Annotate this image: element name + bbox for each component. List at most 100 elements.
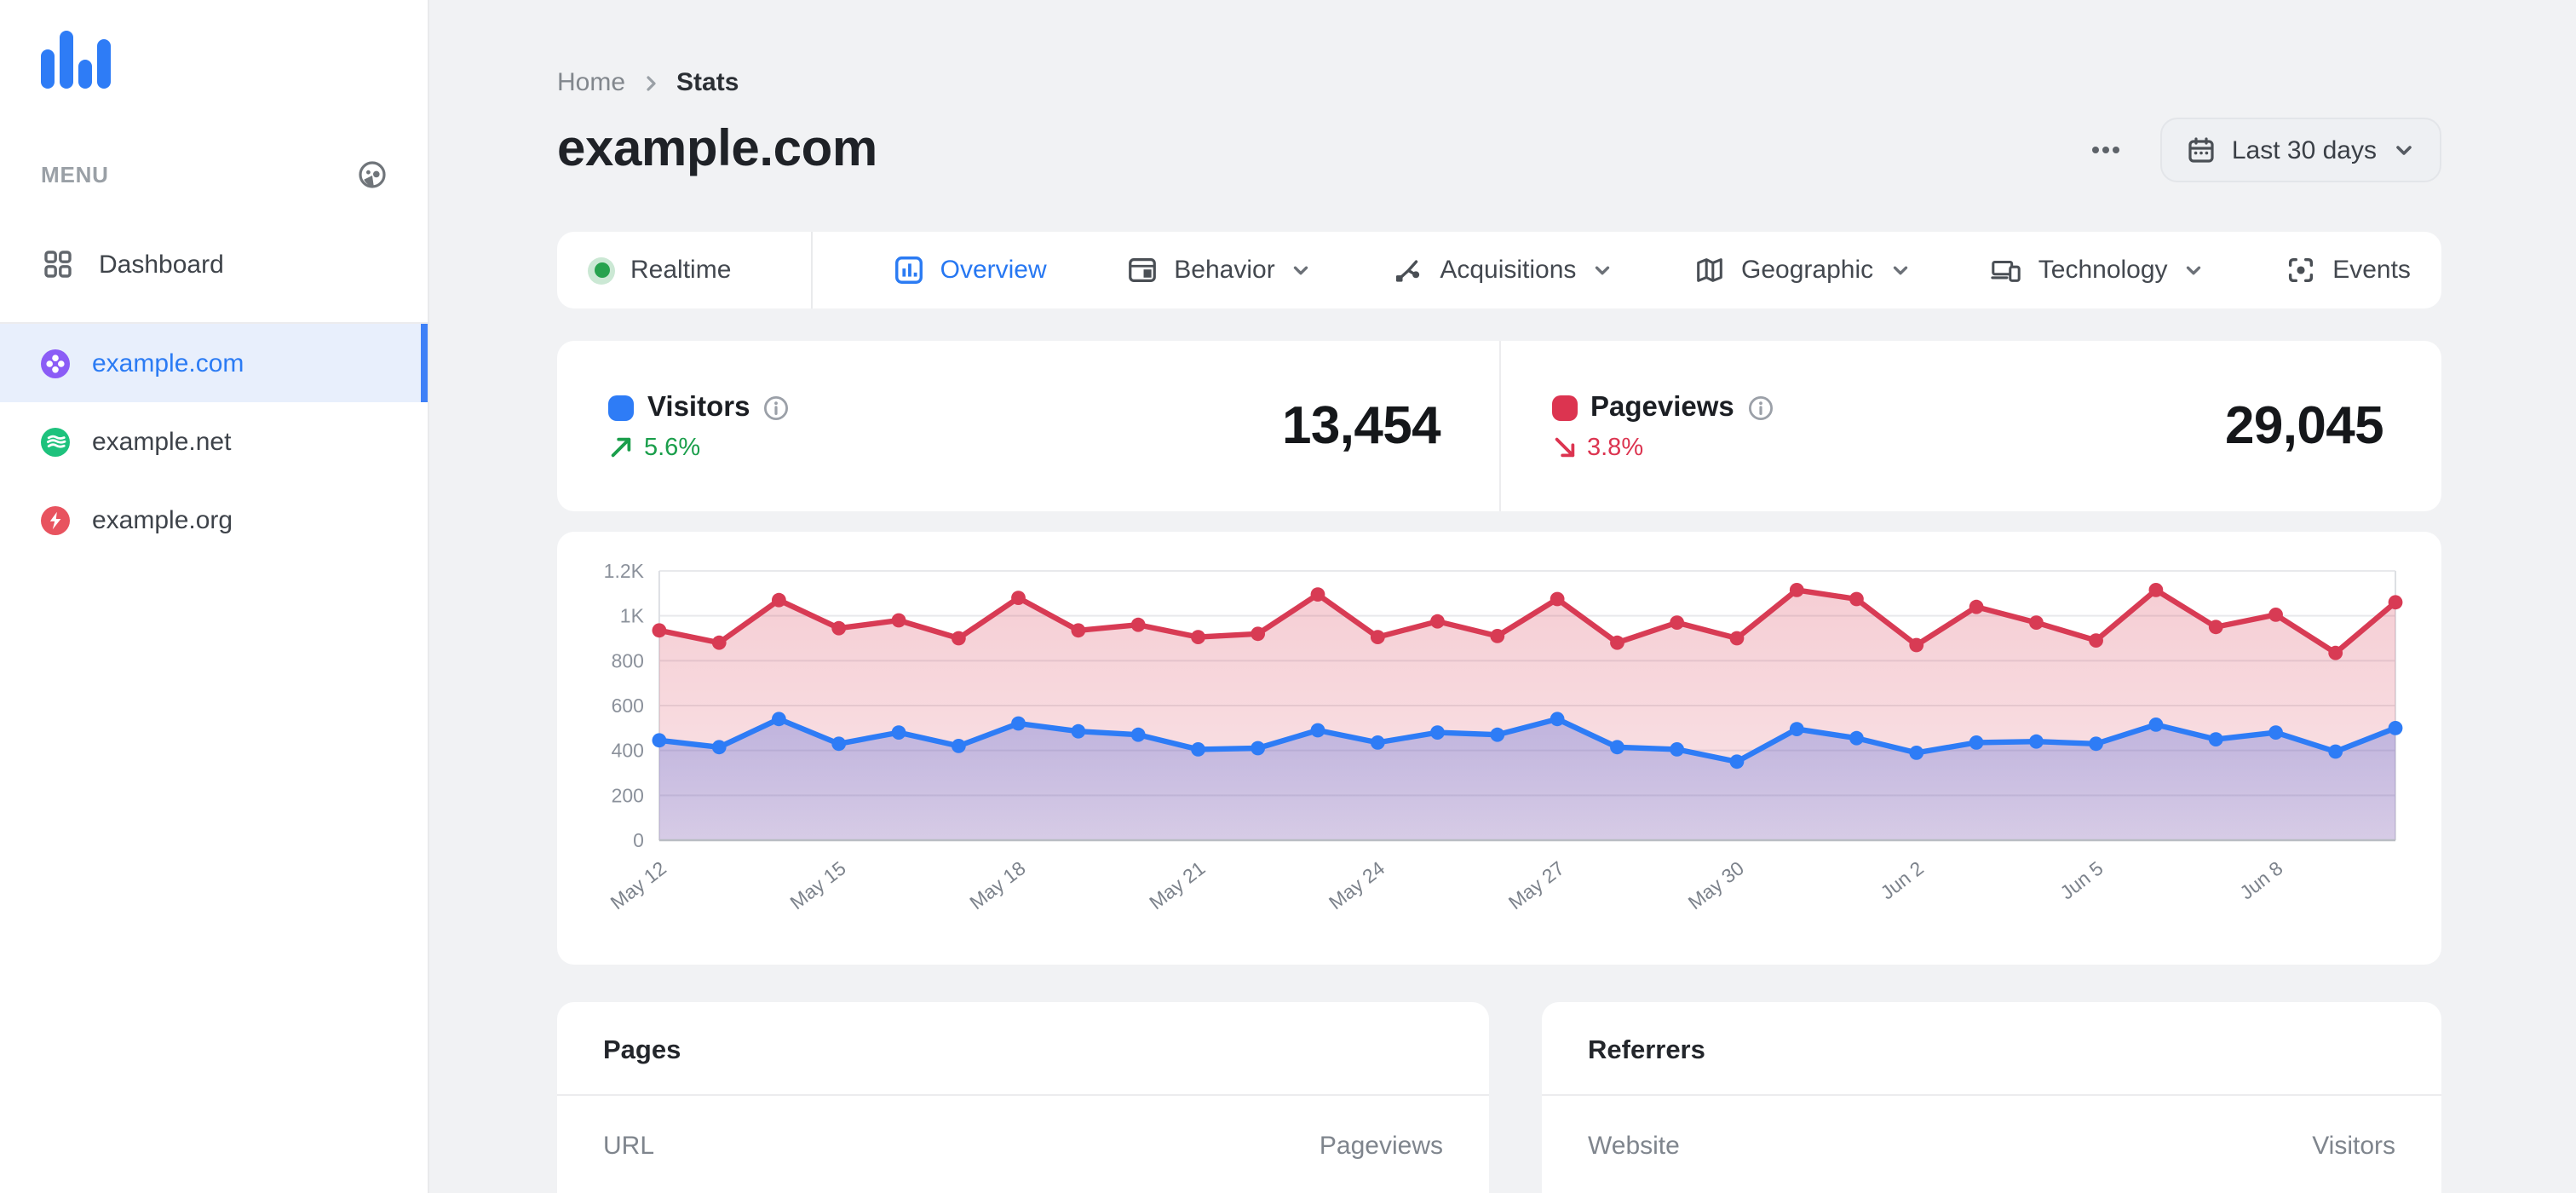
title-row: example.com Last 30 days <box>557 118 2441 182</box>
sidebar: MENU Dashboard example.com example.net e… <box>0 0 429 1193</box>
site-clover-icon <box>41 349 70 377</box>
more-options-button[interactable] <box>2080 126 2131 174</box>
tab-geographic[interactable]: Geographic <box>1693 254 1911 286</box>
sidebar-site-example-net[interactable]: example.net <box>0 402 428 481</box>
page-title: example.com <box>557 121 877 177</box>
svg-text:1.2K: 1.2K <box>604 560 645 582</box>
technology-devices-icon <box>1992 260 2021 282</box>
sidebar-item-label: Dashboard <box>99 250 224 279</box>
breadcrumb: Home Stats <box>557 68 2441 97</box>
tab-label: Events <box>2332 256 2411 285</box>
panel-title: Referrers <box>1588 1036 1705 1065</box>
info-icon[interactable] <box>763 395 789 420</box>
dashboard-grid-icon <box>44 251 72 278</box>
stat-label: Pageviews <box>1590 391 1734 422</box>
date-range-button[interactable]: Last 30 days <box>2159 118 2441 182</box>
stat-delta: 5.6% <box>644 434 701 461</box>
sidebar-item-dashboard[interactable]: Dashboard <box>0 230 428 298</box>
calendar-icon <box>2188 137 2214 163</box>
svg-text:800: 800 <box>612 649 644 671</box>
breadcrumb-chevron-icon <box>647 75 656 90</box>
acquisitions-split-icon <box>1396 260 1420 282</box>
svg-text:May 18: May 18 <box>965 856 1029 913</box>
breadcrumb-current: Stats <box>676 68 739 97</box>
trend-down-icon <box>1554 437 1574 458</box>
breadcrumb-home-link[interactable]: Home <box>557 68 625 97</box>
site-label: example.net <box>92 427 232 456</box>
events-scan-icon <box>2289 257 2314 283</box>
pages-panel: Pages URL Pageviews <box>557 1002 1489 1193</box>
app-logo-icon <box>41 31 111 89</box>
stat-value: 29,045 <box>2224 395 2384 455</box>
stats-summary-card: Visitors 5.6% 13,454 Pageviews 3.8% 29,0… <box>557 341 2441 511</box>
section-tabbar: Realtime Overview Behavior Acquisitions … <box>557 232 2441 308</box>
tab-technology[interactable]: Technology <box>1991 254 2205 286</box>
svg-text:May 27: May 27 <box>1504 856 1568 913</box>
svg-text:0: 0 <box>633 829 644 851</box>
main-content: Home Stats example.com Last 30 days Real… <box>429 0 2576 1193</box>
geographic-map-icon <box>1697 258 1722 282</box>
date-range-label: Last 30 days <box>2231 135 2377 164</box>
tab-label: Geographic <box>1741 256 1874 285</box>
column-header-website: Website <box>1588 1132 1680 1161</box>
stat-pageviews: Pageviews 3.8% 29,045 <box>1500 341 2441 511</box>
column-header-url: URL <box>603 1132 655 1161</box>
info-icon[interactable] <box>1748 395 1774 420</box>
pageviews-swatch <box>1551 395 1577 420</box>
active-indicator <box>421 324 428 402</box>
site-label: example.com <box>92 349 244 377</box>
stat-visitors: Visitors 5.6% 13,454 <box>557 341 1498 511</box>
app: MENU Dashboard example.com example.net e… <box>0 0 2576 1193</box>
column-header-pageviews: Pageviews <box>1319 1132 1443 1161</box>
tab-realtime[interactable]: Realtime <box>588 256 731 285</box>
svg-text:Jun 5: Jun 5 <box>2056 856 2107 903</box>
chevron-down-icon <box>2187 266 2201 275</box>
svg-text:200: 200 <box>612 784 644 806</box>
trend-up-icon <box>611 437 631 458</box>
chevron-down-icon <box>1596 266 1610 275</box>
visitors-swatch <box>608 395 634 420</box>
svg-text:1K: 1K <box>620 605 645 627</box>
sidebar-site-example-org[interactable]: example.org <box>0 481 428 559</box>
svg-text:Jun 8: Jun 8 <box>2235 856 2286 903</box>
svg-text:May 30: May 30 <box>1684 856 1748 913</box>
traffic-chart-card: 0 200 400 600 800 1K 1.2K May 12 May 15 May 18 May… <box>557 532 2441 965</box>
kebab-icon <box>2091 147 2119 153</box>
chevron-down-icon <box>1294 266 1308 275</box>
column-header-visitors: Visitors <box>2312 1132 2395 1161</box>
svg-text:Jun 2: Jun 2 <box>1877 856 1928 903</box>
site-label: example.org <box>92 505 233 534</box>
tab-label: Behavior <box>1174 256 1275 285</box>
svg-text:May 15: May 15 <box>785 856 849 913</box>
tab-overview[interactable]: Overview <box>893 254 1047 286</box>
svg-text:May 12: May 12 <box>607 856 670 913</box>
traffic-chart: 0 200 400 600 800 1K 1.2K May 12 May 15 May 18 May… <box>604 560 2403 913</box>
tab-label: Acquisitions <box>1440 256 1577 285</box>
stat-value: 13,454 <box>1281 395 1441 455</box>
stat-delta: 3.8% <box>1587 434 1644 461</box>
tab-behavior[interactable]: Behavior <box>1126 254 1312 286</box>
menu-label: MENU <box>41 162 109 187</box>
tab-label: Overview <box>940 256 1047 285</box>
tabbar-divider <box>811 232 813 308</box>
site-waves-icon <box>41 427 70 456</box>
site-bolt-icon <box>41 505 70 534</box>
behavior-layout-icon <box>1129 258 1157 282</box>
menu-header: MENU <box>41 160 387 189</box>
svg-text:600: 600 <box>612 694 644 717</box>
tab-acquisitions[interactable]: Acquisitions <box>1392 254 1613 286</box>
svg-text:May 24: May 24 <box>1325 856 1389 913</box>
realtime-dot-icon <box>588 256 615 284</box>
header-actions: Last 30 days <box>2080 118 2441 182</box>
tab-events[interactable]: Events <box>2285 254 2411 286</box>
bottom-panels: Pages URL Pageviews Referrers Website Vi… <box>557 1002 2441 1193</box>
panel-title: Pages <box>603 1036 681 1065</box>
sidebar-site-example-com[interactable]: example.com <box>0 324 428 402</box>
tab-label: Technology <box>2038 256 2168 285</box>
chevron-down-icon <box>2396 146 2412 155</box>
overview-chart-icon <box>894 256 923 284</box>
chevron-down-icon <box>1892 266 1907 275</box>
referrers-panel: Referrers Website Visitors <box>1542 1002 2441 1193</box>
face-icon[interactable] <box>358 160 387 189</box>
svg-text:400: 400 <box>612 740 644 762</box>
